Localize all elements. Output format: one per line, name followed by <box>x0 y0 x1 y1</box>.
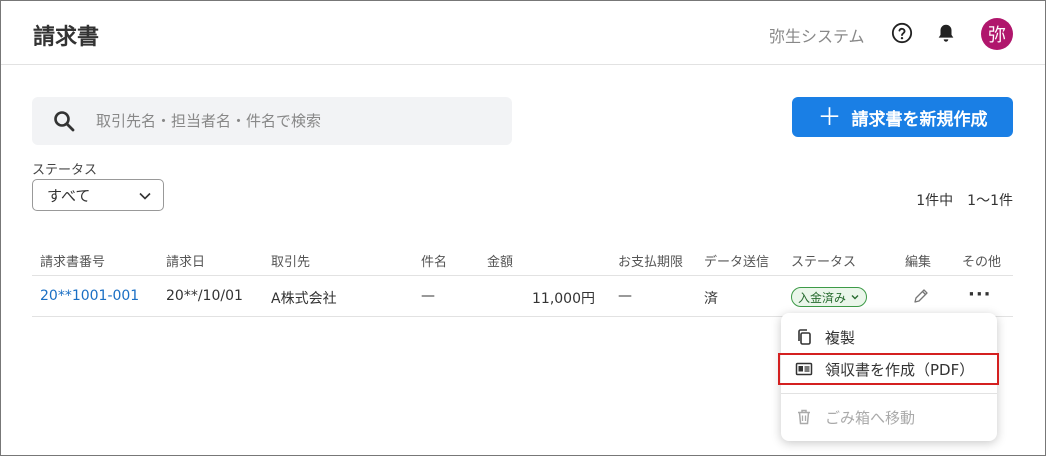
col-header-status[interactable]: ステータス <box>791 251 856 270</box>
menu-item-copy-label: 複製 <box>825 328 856 347</box>
menu-item-move-to-trash-label: ごみ箱へ移動 <box>825 408 916 427</box>
result-total: 1件中 <box>916 193 954 209</box>
pencil-icon[interactable] <box>912 287 930 305</box>
status-filter-select[interactable]: すべて <box>32 179 164 211</box>
menu-item-create-receipt[interactable]: 領収書を作成（PDF） <box>778 353 999 385</box>
menu-item-copy[interactable]: 複製 <box>781 321 997 353</box>
company-name[interactable]: 弥生システム <box>769 23 865 47</box>
app-header: 請求書 弥生システム 弥 <box>1 1 1045 65</box>
plus-icon: ＋ <box>817 103 842 131</box>
chevron-down-icon <box>851 295 859 300</box>
col-header-sent[interactable]: データ送信 <box>704 251 769 270</box>
col-header-edit: 編集 <box>905 255 932 270</box>
more-options-icon[interactable]: ··· <box>968 284 992 305</box>
copy-icon <box>798 329 811 345</box>
invoice-amount: 11,000円 <box>532 291 595 307</box>
col-header-other: その他 <box>962 255 1002 270</box>
invoice-due: — <box>618 288 632 304</box>
receipt-icon <box>795 362 813 376</box>
result-count: 1件中 1〜1件 <box>916 190 1013 210</box>
menu-item-move-to-trash[interactable]: ごみ箱へ移動 <box>781 401 997 433</box>
status-badge[interactable]: 入金済み <box>791 287 868 307</box>
help-icon[interactable] <box>891 22 913 44</box>
invoice-number-link[interactable]: 20**1001-001 <box>40 288 139 304</box>
invoice-date: 20**/10/01 <box>166 288 243 304</box>
create-invoice-button[interactable]: ＋ 請求書を新規作成 <box>792 97 1013 137</box>
result-range: 1〜1件 <box>967 193 1013 209</box>
page-title: 請求書 <box>33 25 100 50</box>
invoice-client: A株式会社 <box>271 291 337 307</box>
col-header-amount[interactable]: 金額 <box>487 251 513 270</box>
chevron-down-icon <box>139 192 151 200</box>
search-box <box>32 97 512 145</box>
bell-icon[interactable] <box>935 22 957 44</box>
col-header-client[interactable]: 取引先 <box>271 251 310 270</box>
col-header-due[interactable]: お支払期限 <box>618 251 683 270</box>
row-actions-menu: 複製 領収書を作成（PDF） ごみ箱へ移動 <box>778 313 999 441</box>
table-header: 請求書番号 請求日 取引先 件名 金額 お支払期限 データ送信 ステータス 編集… <box>32 242 1013 276</box>
status-filter-label: ステータス <box>32 163 98 178</box>
menu-item-create-receipt-label: 領収書を作成（PDF） <box>825 360 975 379</box>
search-icon <box>54 111 75 132</box>
search-input[interactable] <box>96 97 496 145</box>
invoice-sent: 済 <box>704 291 718 307</box>
trash-icon <box>798 409 810 425</box>
create-invoice-label: 請求書を新規作成 <box>851 109 988 130</box>
status-badge-label: 入金済み <box>798 290 847 305</box>
status-filter-value: すべて <box>47 186 91 205</box>
invoice-subject: — <box>421 288 435 304</box>
user-avatar[interactable]: 弥 <box>981 18 1013 50</box>
col-header-subject[interactable]: 件名 <box>421 251 447 270</box>
col-header-date[interactable]: 請求日 <box>166 251 205 270</box>
menu-divider <box>781 393 997 394</box>
col-header-number[interactable]: 請求書番号 <box>40 251 105 270</box>
table-row[interactable]: 20**1001-001 20**/10/01 A株式会社 — 11,000円 … <box>32 276 1013 317</box>
